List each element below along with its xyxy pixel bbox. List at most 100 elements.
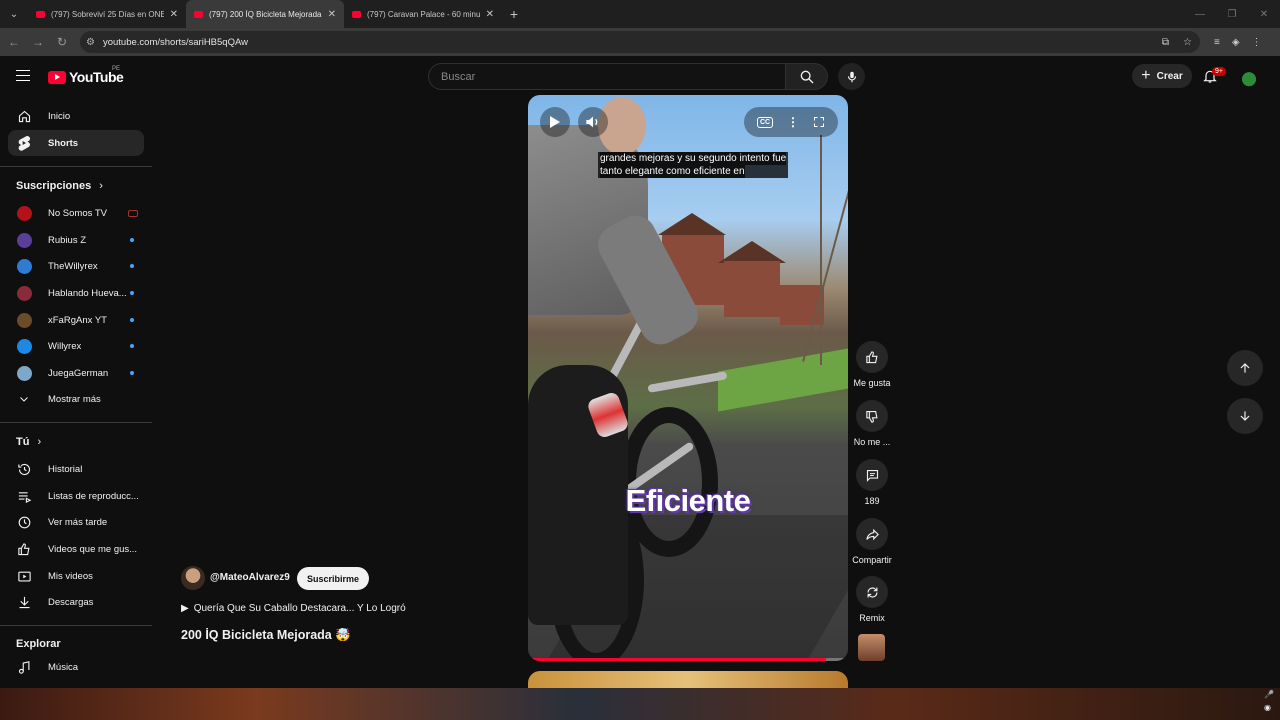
subscriptions-heading[interactable]: Suscripciones › bbox=[16, 180, 103, 192]
browser-tab[interactable]: (797) Sobreviví 25 Días en ONE ✕ bbox=[28, 0, 186, 28]
dislike-action[interactable]: No me ... bbox=[846, 400, 898, 447]
site-info-icon[interactable]: ⚙ bbox=[86, 37, 95, 48]
channel-thumbnail[interactable] bbox=[858, 634, 885, 661]
arrow-up-icon bbox=[1240, 363, 1250, 373]
comments-action[interactable]: 189 bbox=[846, 459, 898, 506]
menu-icon[interactable] bbox=[16, 70, 30, 81]
minimize-icon[interactable]: — bbox=[1184, 0, 1216, 28]
sidebar-item-label: Shorts bbox=[48, 137, 79, 149]
new-content-dot bbox=[130, 344, 134, 348]
sidebar-item-channel[interactable]: xFaRgAnx YT bbox=[8, 307, 144, 333]
comments-button[interactable] bbox=[856, 459, 888, 491]
sidebar-item-channel[interactable]: Rubius Z bbox=[8, 227, 144, 253]
sidebar-item-channel[interactable]: TheWillyrex bbox=[8, 253, 144, 279]
channel-avatar[interactable] bbox=[181, 566, 205, 590]
sidebar-item-watch-later[interactable]: Ver más tarde bbox=[8, 509, 144, 535]
sidebar-item-label: Historial bbox=[48, 463, 83, 475]
next-short-button[interactable] bbox=[1227, 398, 1263, 434]
explore-heading: Explorar bbox=[16, 638, 61, 650]
sidebar-item-history[interactable]: Historial bbox=[8, 456, 144, 482]
show-more-button[interactable]: Mostrar más bbox=[8, 386, 144, 412]
volume-button[interactable] bbox=[578, 107, 608, 137]
voice-search-button[interactable] bbox=[838, 63, 865, 90]
search-box[interactable] bbox=[428, 63, 786, 90]
remix-button[interactable] bbox=[856, 576, 888, 608]
tab-close-icon[interactable]: ✕ bbox=[170, 9, 178, 20]
sidebar-item-channel[interactable]: No Somos TV bbox=[8, 200, 144, 226]
sidebar-item-shorts[interactable]: Shorts bbox=[8, 130, 144, 156]
remix-action[interactable]: Remix bbox=[846, 576, 898, 623]
address-bar[interactable]: ⚙ youtube.com/shorts/sariHB5qQAw ⧉ ☆ bbox=[80, 31, 1200, 53]
install-app-icon[interactable]: ⧉ bbox=[1162, 37, 1169, 48]
history-icon bbox=[16, 461, 32, 477]
previous-short-button[interactable] bbox=[1227, 350, 1263, 386]
like-label: Me gusta bbox=[853, 378, 891, 388]
remix-label: Remix bbox=[859, 613, 885, 623]
channel-avatar bbox=[16, 258, 32, 274]
captions-button[interactable]: CC bbox=[756, 116, 774, 128]
account-avatar[interactable] bbox=[1238, 66, 1260, 88]
dislike-button[interactable] bbox=[856, 400, 888, 432]
sidebar-item-my-videos[interactable]: Mis videos bbox=[8, 563, 144, 589]
sidebar-item-label: Música bbox=[48, 661, 79, 673]
sidebar-divider bbox=[0, 422, 152, 423]
sidebar-item-music[interactable]: Música bbox=[8, 654, 144, 680]
remix-icon bbox=[867, 587, 877, 597]
browser-tab-bar: ⌄ (797) Sobreviví 25 Días en ONE ✕ (797)… bbox=[0, 0, 1280, 28]
sidebar-item-downloads[interactable]: Descargas bbox=[8, 589, 144, 615]
subscribe-button[interactable]: Suscribirme bbox=[297, 567, 369, 590]
search-input[interactable] bbox=[441, 70, 785, 83]
microphone-tray-icon[interactable]: 🎤 bbox=[1264, 690, 1274, 699]
live-indicator-icon bbox=[128, 209, 138, 217]
reload-icon[interactable]: ↻ bbox=[50, 35, 74, 49]
tab-title: (797) Sobreviví 25 Días en ONE bbox=[51, 9, 164, 19]
microphone-icon bbox=[847, 71, 856, 82]
tab-search-chevron-icon[interactable]: ⌄ bbox=[0, 0, 28, 28]
more-options-icon[interactable]: ⋮ bbox=[787, 115, 799, 129]
fullscreen-icon[interactable] bbox=[813, 116, 825, 128]
sidebar-item-playlists[interactable]: Listas de reproducc... bbox=[8, 483, 144, 509]
new-content-dot bbox=[130, 291, 134, 295]
sidebar-item-liked-videos[interactable]: Videos que me gus... bbox=[8, 536, 144, 562]
my-videos-icon bbox=[16, 568, 32, 584]
channel-name: Willyrex bbox=[48, 340, 82, 352]
sidebar-item-home[interactable]: Inicio bbox=[8, 103, 144, 129]
window-close-icon[interactable]: ✕ bbox=[1248, 0, 1280, 28]
video-overlay-caption: Eficiente bbox=[625, 483, 751, 518]
shorts-video-player[interactable]: CC ⋮ grandes mejoras y su segundo intent… bbox=[528, 95, 848, 661]
create-button[interactable]: + Crear bbox=[1132, 64, 1192, 88]
extension-icon[interactable]: ◈ bbox=[1232, 37, 1240, 48]
new-tab-icon[interactable]: + bbox=[502, 6, 526, 22]
like-action[interactable]: Me gusta bbox=[846, 341, 898, 388]
share-action[interactable]: Compartir bbox=[846, 518, 898, 565]
restore-icon[interactable]: ❐ bbox=[1216, 0, 1248, 28]
search-button[interactable] bbox=[786, 63, 828, 90]
back-icon[interactable]: ← bbox=[2, 35, 26, 49]
bookmark-star-icon[interactable]: ☆ bbox=[1183, 37, 1192, 48]
settings-tray-icon[interactable]: ◉ bbox=[1264, 703, 1274, 712]
comments-count: 189 bbox=[864, 496, 880, 506]
youtube-logo[interactable]: YouTube PE bbox=[48, 66, 124, 85]
tab-close-icon[interactable]: ✕ bbox=[328, 9, 336, 20]
channel-handle[interactable]: @MateoAlvarez9 bbox=[210, 572, 290, 583]
browser-tab-active[interactable]: (797) 200 ÍQ Bicicleta Mejorada ✕ bbox=[186, 0, 344, 28]
reading-list-icon[interactable]: ≡ bbox=[1214, 37, 1220, 48]
youtube-favicon-icon bbox=[352, 10, 361, 18]
browser-tab[interactable]: (797) Caravan Palace - 60 minu ✕ bbox=[344, 0, 502, 28]
share-button[interactable] bbox=[856, 518, 888, 550]
video-progress-bar[interactable] bbox=[528, 658, 848, 661]
channel-name: TheWillyrex bbox=[48, 260, 98, 272]
forward-icon[interactable]: → bbox=[26, 35, 50, 49]
sidebar-item-channel[interactable]: JuegaGerman bbox=[8, 360, 144, 386]
subtitle-line: tanto elegante como eficiente en bbox=[600, 165, 745, 178]
play-button[interactable] bbox=[540, 107, 570, 137]
sidebar-item-channel[interactable]: Hablando Hueva... bbox=[8, 280, 144, 306]
channel-name: No Somos TV bbox=[48, 207, 107, 219]
you-heading[interactable]: Tú › bbox=[16, 436, 41, 448]
play-icon bbox=[550, 116, 560, 128]
linked-video-link[interactable]: ▶ Quería Que Su Caballo Destacara... Y L… bbox=[181, 603, 406, 614]
like-button[interactable] bbox=[856, 341, 888, 373]
tab-close-icon[interactable]: ✕ bbox=[486, 9, 494, 20]
browser-menu-icon[interactable]: ⋮ bbox=[1252, 37, 1262, 48]
sidebar-item-channel[interactable]: Willyrex bbox=[8, 333, 144, 359]
